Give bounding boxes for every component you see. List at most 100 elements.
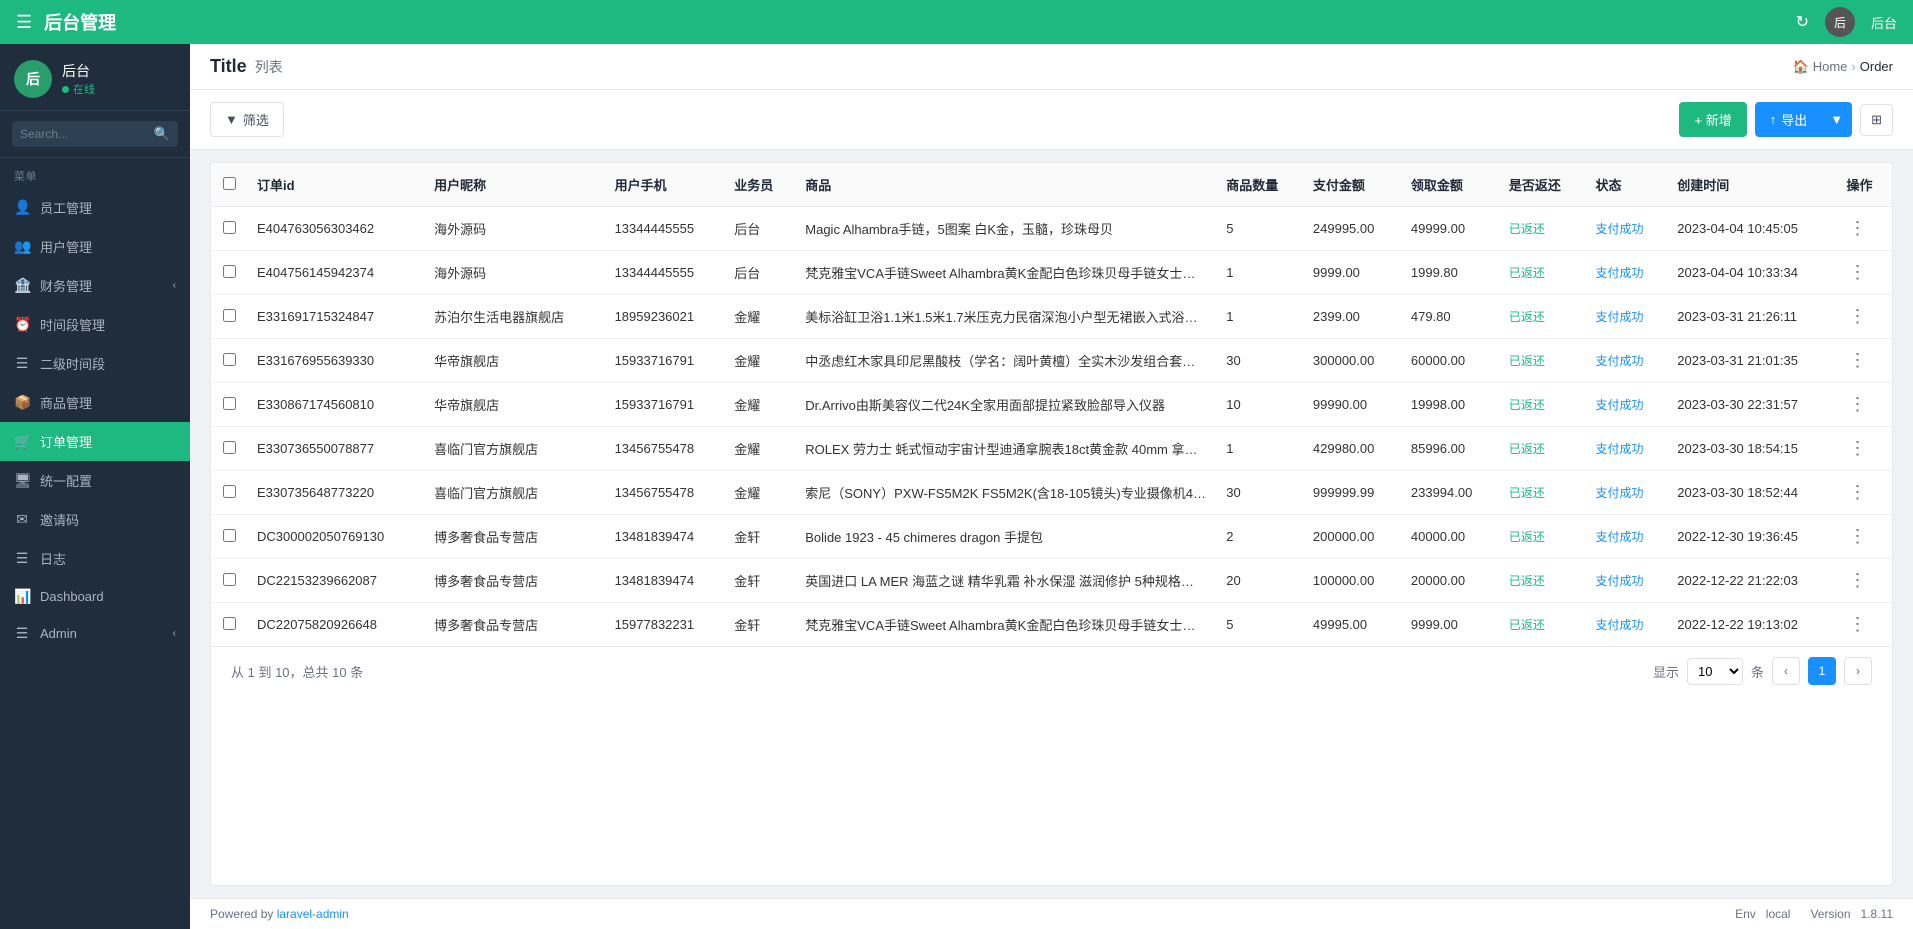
cell-product: 梵克雅宝VCA手链Sweet Alhambra黄K金配白色珍珠贝母手链女士四叶草…	[795, 251, 1216, 295]
row-checkbox-9[interactable]	[223, 617, 236, 630]
cell-user-name: 华帝旗舰店	[424, 383, 604, 427]
cell-amount: 100000.00	[1303, 559, 1401, 603]
cell-phone: 13456755478	[605, 427, 725, 471]
per-page-label: 条	[1751, 662, 1764, 681]
sidebar-item-dashboard[interactable]: 📊 Dashboard	[0, 578, 190, 615]
header-product: 商品	[795, 163, 1216, 207]
row-checkbox-6[interactable]	[223, 485, 236, 498]
row-checkbox-8[interactable]	[223, 573, 236, 586]
header-user-name: 用户昵称	[424, 163, 604, 207]
sidebar-item-admin[interactable]: ☰ Admin ‹	[0, 615, 190, 652]
row-action-button-9[interactable]: ⋮	[1847, 612, 1869, 636]
footer: Powered by laravel-admin Env local Versi…	[190, 898, 1913, 929]
page-title-area: Title 列表	[210, 56, 283, 77]
sidebar-item-finance[interactable]: 🏦 财务管理 ‹	[0, 266, 190, 305]
page-size-select[interactable]: 10 20 50 100	[1687, 658, 1743, 685]
cell-action: ⋮	[1837, 207, 1892, 251]
export-button[interactable]: ↑ 导出	[1755, 102, 1823, 137]
cell-product: 美标浴缸卫浴1.1米1.5米1.7米压克力民宿深泡小户型无裙嵌入式浴缸日式新科德	[795, 295, 1216, 339]
cell-salesman: 金轩	[724, 515, 795, 559]
cell-action: ⋮	[1837, 295, 1892, 339]
row-checkbox-2[interactable]	[223, 309, 236, 322]
sidebar-item-invite[interactable]: ✉ 邀请码	[0, 500, 190, 539]
header-amount: 支付金额	[1303, 163, 1401, 207]
row-checkbox-cell	[211, 295, 247, 339]
cell-returned: 已返还	[1499, 295, 1586, 339]
cell-order-id: E330736550078877	[247, 427, 424, 471]
header-returned: 是否返还	[1499, 163, 1586, 207]
prev-page-button[interactable]: ‹	[1772, 657, 1800, 685]
sidebar-item-product[interactable]: 📦 商品管理	[0, 383, 190, 422]
row-action-button-4[interactable]: ⋮	[1847, 392, 1869, 416]
sidebar-item-config[interactable]: 🖥 统一配置	[0, 461, 190, 500]
columns-button[interactable]: ⊞	[1860, 104, 1893, 136]
row-action-button-2[interactable]: ⋮	[1847, 304, 1869, 328]
config-icon: 🖥	[14, 472, 30, 489]
sidebar-item-timeslot[interactable]: ⏰ 时间段管理	[0, 305, 190, 344]
sidebar-item-label-employee: 员工管理	[40, 198, 92, 217]
row-action-button-0[interactable]: ⋮	[1847, 216, 1869, 240]
cell-created: 2022-12-22 21:22:03	[1667, 559, 1836, 603]
cell-action: ⋮	[1837, 383, 1892, 427]
cell-product: 梵克雅宝VCA手链Sweet Alhambra黄K金配白色珍珠贝母手链女士四叶草…	[795, 603, 1216, 647]
row-action-button-3[interactable]: ⋮	[1847, 348, 1869, 372]
add-button[interactable]: + 新增	[1679, 102, 1746, 137]
cell-receive: 233994.00	[1401, 471, 1499, 515]
page-1-button[interactable]: 1	[1808, 657, 1836, 685]
cell-user-name: 博多奢食品专营店	[424, 559, 604, 603]
sidebar-item-employee[interactable]: 👤 员工管理	[0, 188, 190, 227]
cell-status: 支付成功	[1585, 207, 1667, 251]
pagination-bar: 从 1 到 10，总共 10 条 显示 10 20 50 100 条 ‹ 1 ›	[211, 646, 1892, 695]
hamburger-icon[interactable]: ☰	[16, 12, 32, 33]
refresh-icon[interactable]: ↻	[1796, 12, 1809, 32]
sidebar-item-subtimeslot[interactable]: ☰ 二级时间段	[0, 344, 190, 383]
header-action: 操作	[1837, 163, 1892, 207]
export-dropdown-button[interactable]: ▼	[1822, 102, 1852, 137]
table-row: E404763056303462 海外源码 13344445555 后台 Mag…	[211, 207, 1892, 251]
search-input[interactable]	[20, 127, 148, 141]
breadcrumb-home[interactable]: Home	[1813, 59, 1848, 74]
cell-status: 支付成功	[1585, 251, 1667, 295]
app-title: 后台管理	[44, 9, 116, 35]
cell-salesman: 金耀	[724, 427, 795, 471]
row-action-button-8[interactable]: ⋮	[1847, 568, 1869, 592]
cell-product: Bolide 1923 - 45 chimeres dragon 手提包	[795, 515, 1216, 559]
row-checkbox-4[interactable]	[223, 397, 236, 410]
cell-action: ⋮	[1837, 603, 1892, 647]
sidebar-item-order[interactable]: 🛒 订单管理	[0, 422, 190, 461]
row-checkbox-0[interactable]	[223, 221, 236, 234]
laravel-admin-link[interactable]: laravel-admin	[277, 907, 349, 921]
breadcrumb: 🏠 Home › Order	[1793, 59, 1893, 75]
row-action-button-6[interactable]: ⋮	[1847, 480, 1869, 504]
pagination-info: 从 1 到 10，总共 10 条	[231, 662, 363, 681]
cell-created: 2023-04-04 10:45:05	[1667, 207, 1836, 251]
cell-status: 支付成功	[1585, 339, 1667, 383]
dashboard-icon: 📊	[14, 588, 30, 605]
cell-qty: 1	[1216, 295, 1303, 339]
row-action-button-7[interactable]: ⋮	[1847, 524, 1869, 548]
sidebar-item-user[interactable]: 👥 用户管理	[0, 227, 190, 266]
breadcrumb-current: Order	[1860, 59, 1893, 74]
sidebar-item-label-user: 用户管理	[40, 237, 92, 256]
table-row: DC22153239662087 博多奢食品专营店 13481839474 金轩…	[211, 559, 1892, 603]
cell-user-name: 苏泊尔生活电器旗舰店	[424, 295, 604, 339]
table-header-row: 订单id 用户昵称 用户手机 业务员 商品 商品数量 支付金额 领取金额 是否返…	[211, 163, 1892, 207]
next-page-button[interactable]: ›	[1844, 657, 1872, 685]
row-action-button-1[interactable]: ⋮	[1847, 260, 1869, 284]
cell-receive: 40000.00	[1401, 515, 1499, 559]
cell-created: 2023-03-31 21:26:11	[1667, 295, 1836, 339]
row-checkbox-1[interactable]	[223, 265, 236, 278]
cell-amount: 200000.00	[1303, 515, 1401, 559]
select-all-checkbox[interactable]	[223, 177, 236, 190]
filter-button[interactable]: ▼ 筛选	[210, 102, 284, 137]
row-checkbox-3[interactable]	[223, 353, 236, 366]
row-action-button-5[interactable]: ⋮	[1847, 436, 1869, 460]
row-checkbox-cell	[211, 471, 247, 515]
row-checkbox-cell	[211, 603, 247, 647]
cell-amount: 429980.00	[1303, 427, 1401, 471]
row-checkbox-5[interactable]	[223, 441, 236, 454]
sidebar-item-log[interactable]: ☰ 日志	[0, 539, 190, 578]
row-checkbox-7[interactable]	[223, 529, 236, 542]
search-wrapper: 🔍	[12, 121, 178, 147]
cell-receive: 9999.00	[1401, 603, 1499, 647]
